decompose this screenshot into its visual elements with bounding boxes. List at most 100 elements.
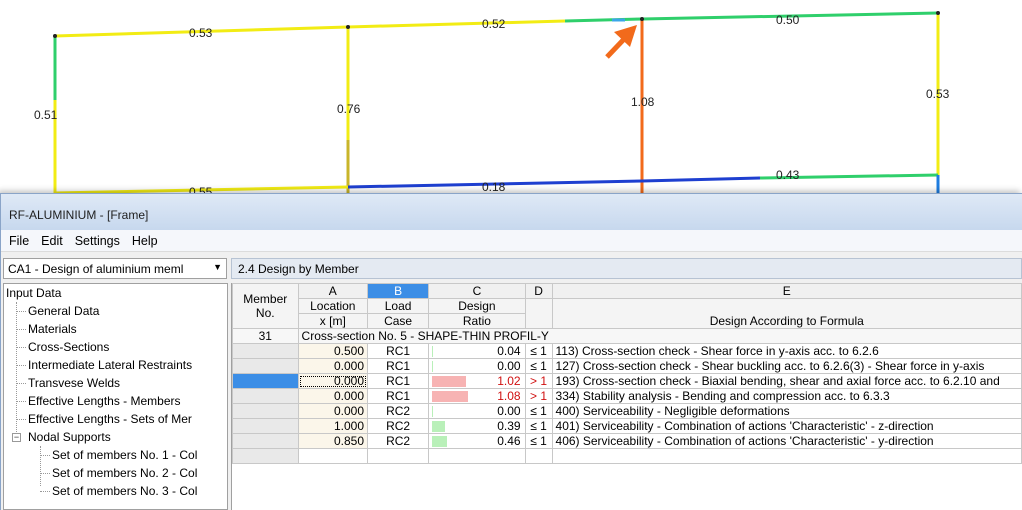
limit-comparison: ≤ 1 (524, 343, 553, 359)
table-row[interactable]: 1.000 RC2 0.39 ≤ 1 401) Serviceability - Com… (232, 418, 1022, 434)
case-select-value: CA1 - Design of aluminium meml (8, 262, 184, 276)
table-row[interactable] (232, 448, 1022, 464)
design-ratio-cell[interactable]: 1.08 (428, 388, 526, 404)
row-header[interactable] (232, 403, 299, 419)
rf-aluminium-window: RF-ALUMINIUM - [Frame] File Edit Setting… (0, 193, 1022, 510)
menu-help[interactable]: Help (126, 234, 164, 248)
tree-cross-sections[interactable]: Cross-Sections (4, 338, 227, 356)
results-grid: Member No. A B C D E Location Load Desig… (231, 283, 1022, 510)
formula-cell[interactable]: 406) Serviceability - Combination of act… (551, 433, 1022, 449)
ratio-bar (432, 361, 434, 372)
design-ratio-cell[interactable]: 0.00 (428, 403, 526, 419)
collapse-icon[interactable]: − (12, 433, 21, 442)
location-cell[interactable]: 0.850 (297, 433, 369, 449)
load-case-cell[interactable]: RC2 (367, 433, 430, 449)
node (346, 25, 350, 29)
row-header[interactable] (232, 343, 299, 359)
member-top-mid-green (564, 17, 643, 23)
table-row[interactable]: 0.000 RC1 1.02 > 1 193) Cross-section check … (232, 373, 1022, 389)
load-case-cell[interactable]: RC1 (367, 373, 430, 389)
table-row[interactable]: 0.500 RC1 0.04 ≤ 1 113) Cross-section check … (232, 343, 1022, 359)
row-header[interactable] (232, 433, 299, 449)
tree-set-of-members-2[interactable]: Set of members No. 2 - Col (4, 464, 227, 482)
row-header[interactable] (232, 418, 299, 434)
empty-cell[interactable] (551, 448, 1022, 464)
location-cell[interactable]: 0.500 (297, 343, 369, 359)
row-header[interactable] (232, 448, 299, 464)
load-case-cell[interactable]: RC2 (367, 403, 430, 419)
cross-section-row[interactable]: Cross-section No. 5 - SHAPE-THIN PROFIL-… (297, 328, 1022, 344)
menu-file[interactable]: File (3, 234, 35, 248)
design-ratio-cell[interactable]: 0.00 (428, 358, 526, 374)
menu-edit[interactable]: Edit (35, 234, 69, 248)
location-cell[interactable]: 0.000 (297, 388, 369, 404)
member-no-cell[interactable]: 31 (232, 328, 299, 344)
node (53, 34, 57, 38)
result-label: 0.18 (482, 180, 506, 194)
table-row[interactable]: 0.850 RC2 0.46 ≤ 1 406) Serviceability - Com… (232, 433, 1022, 449)
header-design: Design (428, 298, 526, 314)
column-letter-b[interactable]: B (367, 283, 430, 299)
tree-effective-lengths-sets[interactable]: Effective Lengths - Sets of Mer (4, 410, 227, 428)
column-letter-d[interactable]: D (524, 283, 553, 299)
chevron-down-icon[interactable]: ▼ (213, 262, 222, 272)
design-ratio-cell[interactable]: 0.04 (428, 343, 526, 359)
load-case-cell[interactable]: RC1 (367, 358, 430, 374)
ratio-bar (432, 421, 446, 432)
ratio-bar (432, 436, 448, 447)
tree-set-of-members-1[interactable]: Set of members No. 1 - Col (4, 446, 227, 464)
node (640, 17, 644, 21)
result-label: 1.08 (631, 95, 655, 109)
load-case-cell[interactable]: RC1 (367, 388, 430, 404)
formula-cell[interactable]: 113) Cross-section check - Shear force i… (551, 343, 1022, 359)
column-letter-a[interactable]: A (297, 283, 369, 299)
row-header[interactable] (232, 373, 299, 389)
header-load: Load (367, 298, 430, 314)
tree-set-of-members-3[interactable]: Set of members No. 3 - Col (4, 482, 227, 500)
tree-materials[interactable]: Materials (4, 320, 227, 338)
design-ratio-value: 0.04 (497, 344, 521, 358)
tree-transverse-welds[interactable]: Transvese Welds (4, 374, 227, 392)
formula-cell[interactable]: 401) Serviceability - Combination of act… (551, 418, 1022, 434)
tree-general-data[interactable]: General Data (4, 302, 227, 320)
arrow-icon (605, 25, 637, 59)
tree-lateral-restraints[interactable]: Intermediate Lateral Restraints (4, 356, 227, 374)
design-ratio-cell[interactable]: 1.02 (428, 373, 526, 389)
location-cell[interactable]: 0.000 (297, 373, 369, 389)
table-row[interactable]: 0.000 RC2 0.00 ≤ 1 400) Serviceability - Neg… (232, 403, 1022, 419)
location-cell[interactable]: 0.000 (297, 403, 369, 419)
tree-effective-lengths-members[interactable]: Effective Lengths - Members (4, 392, 227, 410)
table-row[interactable]: 0.000 RC1 1.08 > 1 334) Stability analysis -… (232, 388, 1022, 404)
location-cell[interactable]: 0.000 (297, 358, 369, 374)
load-case-cell[interactable]: RC2 (367, 418, 430, 434)
column-letter-e[interactable]: E (551, 283, 1022, 299)
window-content: CA1 - Design of aluminium meml ▼ Input D… (1, 252, 1022, 510)
column-letter-c[interactable]: C (428, 283, 526, 299)
formula-cell[interactable]: 193) Cross-section check - Biaxial bendi… (551, 373, 1022, 389)
menu-settings[interactable]: Settings (69, 234, 126, 248)
formula-cell[interactable]: 127) Cross-section check - Shear bucklin… (551, 358, 1022, 374)
empty-cell[interactable] (367, 448, 430, 464)
design-ratio-cell[interactable]: 0.46 (428, 433, 526, 449)
tree-nodal-supports[interactable]: − Nodal Supports (4, 428, 227, 446)
formula-cell[interactable]: 334) Stability analysis - Bending and co… (551, 388, 1022, 404)
empty-cell[interactable] (524, 448, 553, 464)
load-case-cell[interactable]: RC1 (367, 343, 430, 359)
empty-cell[interactable] (297, 448, 369, 464)
node (936, 11, 940, 15)
design-ratio-cell[interactable]: 0.39 (428, 418, 526, 434)
design-ratio-value: 0.00 (497, 404, 521, 418)
location-cell[interactable]: 1.000 (297, 418, 369, 434)
result-label: 0.52 (482, 17, 506, 31)
tree-input-data[interactable]: Input Data (4, 284, 227, 302)
design-ratio-value: 0.39 (497, 419, 521, 433)
design-table: Member No. A B C D E Location Load Desig… (232, 283, 1022, 464)
row-header[interactable] (232, 358, 299, 374)
empty-cell[interactable] (428, 448, 526, 464)
formula-cell[interactable]: 400) Serviceability - Negligible deforma… (551, 403, 1022, 419)
ratio-bar (432, 346, 434, 357)
row-header[interactable] (232, 388, 299, 404)
result-label: 0.51 (34, 108, 58, 122)
case-select[interactable]: CA1 - Design of aluminium meml ▼ (3, 258, 227, 279)
table-row[interactable]: 0.000 RC1 0.00 ≤ 1 127) Cross-section check … (232, 358, 1022, 374)
